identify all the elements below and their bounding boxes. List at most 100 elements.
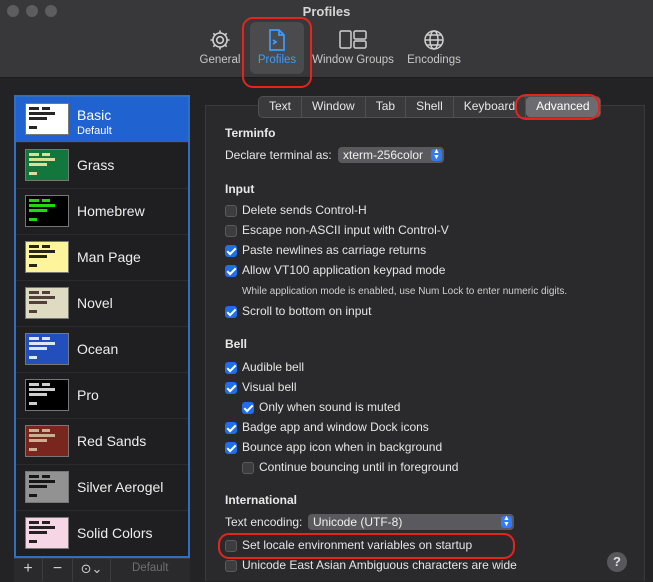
badge-dock-label: Badge app and window Dock icons — [242, 420, 429, 434]
profile-item[interactable]: Basic Default — [16, 97, 188, 143]
visual-bell-label: Visual bell — [242, 380, 297, 394]
toolbar-general[interactable]: General — [196, 22, 244, 74]
terminfo-heading: Terminfo — [225, 126, 276, 140]
profile-default-label: Default — [77, 125, 112, 137]
delete-sends-ctrl-h-label: Delete sends Control-H — [242, 203, 367, 217]
settings-panel — [205, 105, 645, 581]
input-heading: Input — [225, 182, 255, 196]
scroll-to-bottom-checkbox[interactable]: Scroll to bottom on input — [225, 303, 371, 319]
toolbar-window-groups[interactable]: Window Groups — [310, 22, 396, 74]
profile-thumbnail — [25, 425, 69, 457]
add-profile-button[interactable]: + — [14, 559, 43, 581]
toolbar-encodings-label: Encodings — [407, 54, 461, 66]
paste-newlines-label: Paste newlines as carriage returns — [242, 243, 427, 257]
profile-name: Red Sands — [77, 433, 147, 449]
profile-thumbnail — [25, 379, 69, 411]
set-locale-highlight-ring — [218, 533, 515, 559]
escape-non-ascii-label: Escape non-ASCII input with Control-V — [242, 223, 449, 237]
profile-thumbnail — [25, 333, 69, 365]
checkbox-box[interactable] — [225, 306, 237, 318]
visual-bell-checkbox[interactable]: Visual bell — [225, 379, 296, 395]
popup-arrows-icon: ▲ ▼ — [431, 148, 442, 161]
profile-name: Man Page — [77, 249, 141, 265]
bounce-icon-label: Bounce app icon when in background — [242, 440, 443, 454]
east-asian-label: Unicode East Asian Ambiguous characters … — [242, 558, 517, 572]
toolbar-encodings[interactable]: Encodings — [403, 22, 465, 74]
checkbox-box[interactable] — [225, 265, 237, 277]
remove-profile-button[interactable]: − — [43, 559, 73, 581]
profile-thumbnail — [25, 471, 69, 503]
profiles-highlight-ring — [242, 17, 312, 88]
window-toolbar: Profiles General Profiles Window Groups … — [0, 0, 653, 78]
checkbox-box[interactable] — [225, 442, 237, 454]
profile-name: Basic — [77, 107, 112, 123]
checkbox-box[interactable] — [225, 560, 237, 572]
profile-item[interactable]: Solid Colors — [16, 511, 188, 556]
set-default-button[interactable]: Default — [132, 562, 168, 574]
profile-item[interactable]: Pro — [16, 373, 188, 419]
profile-item[interactable]: Novel — [16, 281, 188, 327]
profile-name: Homebrew — [77, 203, 145, 219]
declare-terminal-value: xterm-256color — [343, 148, 424, 162]
bell-heading: Bell — [225, 337, 248, 351]
text-encoding-label: Text encoding: — [225, 515, 303, 529]
paste-newlines-checkbox[interactable]: Paste newlines as carriage returns — [225, 242, 426, 258]
window-title: Profiles — [302, 4, 351, 19]
escape-non-ascii-checkbox[interactable]: Escape non-ASCII input with Control-V — [225, 222, 449, 238]
profile-item[interactable]: Ocean — [16, 327, 188, 373]
declare-terminal-label: Declare terminal as: — [225, 148, 332, 162]
declare-terminal-popup[interactable]: xterm-256color ▲ ▼ — [338, 147, 444, 163]
allow-vt100-checkbox[interactable]: Allow VT100 application keypad mode — [225, 262, 445, 278]
gear-icon — [210, 30, 230, 50]
profile-list[interactable]: Basic Default Grass Homebrew Man Page Novel Oc… — [14, 95, 190, 558]
east-asian-checkbox[interactable]: Unicode East Asian Ambiguous characters … — [225, 557, 517, 573]
popup-arrows-icon: ▲ ▼ — [501, 515, 512, 528]
checkbox-box[interactable] — [225, 225, 237, 237]
advanced-tab-highlight-ring — [515, 94, 600, 120]
profile-name: Novel — [77, 295, 113, 311]
profile-name: Solid Colors — [77, 525, 153, 541]
profile-list-toolbar: + − ⊙⌄ Default — [14, 558, 190, 582]
tab-shell[interactable]: Shell — [406, 97, 454, 117]
profile-name: Pro — [77, 387, 99, 403]
profile-item[interactable]: Red Sands — [16, 419, 188, 465]
checkbox-box[interactable] — [225, 362, 237, 374]
only-when-muted-checkbox[interactable]: Only when sound is muted — [242, 399, 400, 415]
international-heading: International — [225, 493, 298, 507]
profile-item[interactable]: Homebrew — [16, 189, 188, 235]
profile-thumbnail — [25, 287, 69, 319]
profile-thumbnail — [25, 195, 69, 227]
checkbox-box[interactable] — [242, 462, 254, 474]
text-encoding-value: Unicode (UTF-8) — [313, 515, 403, 529]
continue-bouncing-checkbox[interactable]: Continue bouncing until in foreground — [242, 459, 458, 475]
toolbar-window-groups-label: Window Groups — [312, 54, 394, 66]
checkbox-box[interactable] — [225, 205, 237, 217]
profile-name: Ocean — [77, 341, 119, 357]
profile-thumbnail — [25, 149, 69, 181]
delete-sends-ctrl-h-checkbox[interactable]: Delete sends Control-H — [225, 202, 367, 218]
tab-text[interactable]: Text — [259, 97, 303, 117]
checkbox-box[interactable] — [225, 382, 237, 394]
tab-window[interactable]: Window — [302, 97, 366, 117]
vt100-note: While application mode is enabled, use N… — [242, 286, 568, 297]
text-encoding-popup[interactable]: Unicode (UTF-8) ▲ ▼ — [308, 514, 514, 530]
profile-name: Silver Aerogel — [77, 479, 164, 495]
audible-bell-checkbox[interactable]: Audible bell — [225, 359, 304, 375]
profile-item[interactable]: Silver Aerogel — [16, 465, 188, 511]
profile-item[interactable]: Grass — [16, 143, 188, 189]
tab-tab[interactable]: Tab — [366, 97, 407, 117]
checkbox-box[interactable] — [225, 245, 237, 257]
bounce-icon-checkbox[interactable]: Bounce app icon when in background — [225, 439, 442, 455]
profile-name: Grass — [77, 157, 115, 173]
profile-actions-menu-button[interactable]: ⊙⌄ — [73, 559, 111, 581]
audible-bell-label: Audible bell — [242, 360, 305, 374]
only-when-muted-label: Only when sound is muted — [259, 400, 401, 414]
checkbox-box[interactable] — [225, 422, 237, 434]
badge-dock-checkbox[interactable]: Badge app and window Dock icons — [225, 419, 429, 435]
globe-icon — [424, 30, 444, 50]
checkbox-box[interactable] — [242, 402, 254, 414]
profile-thumbnail — [25, 241, 69, 273]
window-groups-icon — [339, 30, 367, 49]
profile-item[interactable]: Man Page — [16, 235, 188, 281]
help-button[interactable]: ? — [607, 552, 627, 572]
